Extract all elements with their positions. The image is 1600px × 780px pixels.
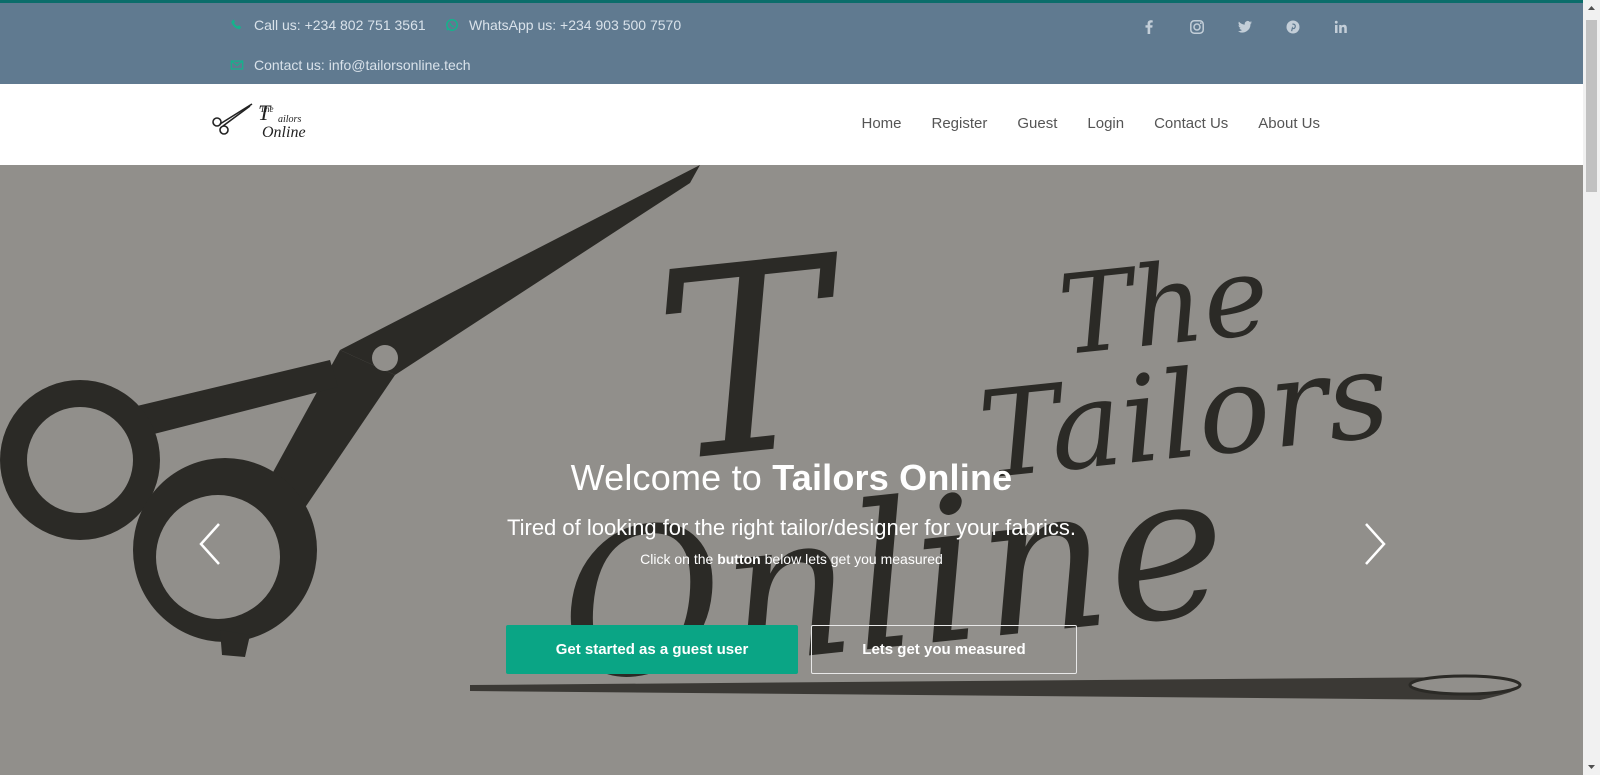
nav-guest[interactable]: Guest bbox=[1017, 115, 1057, 132]
scroll-up-arrow[interactable] bbox=[1583, 0, 1600, 17]
get-measured-button[interactable]: Lets get you measured bbox=[811, 625, 1077, 674]
nav-home[interactable]: Home bbox=[861, 115, 901, 132]
pinterest-icon[interactable] bbox=[1282, 16, 1304, 38]
email-text: Contact us: info@tailorsonline.tech bbox=[254, 57, 471, 73]
chevron-right-icon bbox=[1365, 523, 1386, 565]
nav-about-us[interactable]: About Us bbox=[1258, 115, 1320, 132]
hero-title-brand: Tailors Online bbox=[772, 457, 1013, 498]
nav-contact-us[interactable]: Contact Us bbox=[1154, 115, 1228, 132]
svg-text:T: T bbox=[258, 100, 272, 125]
whatsapp-text: WhatsApp us: +234 903 500 7570 bbox=[469, 17, 682, 33]
hero-tagline-bold: button bbox=[717, 551, 761, 567]
whatsapp-info[interactable]: WhatsApp us: +234 903 500 7570 bbox=[445, 17, 681, 33]
top-info-bar: Call us: +234 802 751 3561 WhatsApp us: … bbox=[0, 0, 1583, 84]
twitter-icon[interactable] bbox=[1234, 16, 1256, 38]
nav-login[interactable]: Login bbox=[1087, 115, 1124, 132]
nav-register[interactable]: Register bbox=[932, 115, 988, 132]
hero-tagline: Click on the button below lets get you m… bbox=[0, 551, 1583, 567]
phone-text: Call us: +234 802 751 3561 bbox=[254, 17, 426, 33]
guest-start-button[interactable]: Get started as a guest user bbox=[506, 625, 798, 674]
linkedin-icon[interactable] bbox=[1330, 16, 1352, 38]
social-links bbox=[1138, 16, 1352, 38]
carousel-prev-arrow[interactable] bbox=[195, 520, 225, 568]
scroll-thumb[interactable] bbox=[1586, 20, 1597, 192]
scroll-down-arrow[interactable] bbox=[1583, 758, 1600, 775]
email-info[interactable]: Contact us: info@tailorsonline.tech bbox=[230, 57, 471, 73]
page: Call us: +234 802 751 3561 WhatsApp us: … bbox=[0, 0, 1583, 775]
envelope-icon bbox=[230, 58, 244, 72]
hero-tagline-prefix: Click on the bbox=[640, 551, 718, 567]
facebook-icon[interactable] bbox=[1138, 16, 1160, 38]
whatsapp-icon bbox=[445, 18, 459, 32]
instagram-icon[interactable] bbox=[1186, 16, 1208, 38]
hero-content: Welcome to Tailors Online Tired of looki… bbox=[0, 165, 1583, 775]
phone-info[interactable]: Call us: +234 802 751 3561 bbox=[230, 17, 426, 33]
hero-subtitle: Tired of looking for the right tailor/de… bbox=[506, 515, 1076, 540]
page-scrollbar[interactable] bbox=[1583, 0, 1600, 775]
hero-title: Welcome to Tailors Online bbox=[0, 457, 1583, 499]
main-nav: Home Register Guest Login Contact Us Abo… bbox=[861, 115, 1320, 132]
phone-icon bbox=[230, 18, 244, 32]
hero-title-prefix: Welcome to bbox=[570, 457, 773, 498]
hero-tagline-suffix: below lets get you measured bbox=[760, 551, 943, 567]
carousel-next-arrow[interactable] bbox=[1360, 520, 1390, 568]
chevron-left-icon bbox=[199, 523, 220, 565]
hero-carousel: T The Tailors Online Welcome to Tailors … bbox=[0, 165, 1583, 775]
logo-online: Online bbox=[262, 124, 306, 141]
logo[interactable]: The T ailors Online bbox=[210, 92, 335, 142]
navbar: The T ailors Online Home Register Guest … bbox=[0, 84, 1583, 165]
